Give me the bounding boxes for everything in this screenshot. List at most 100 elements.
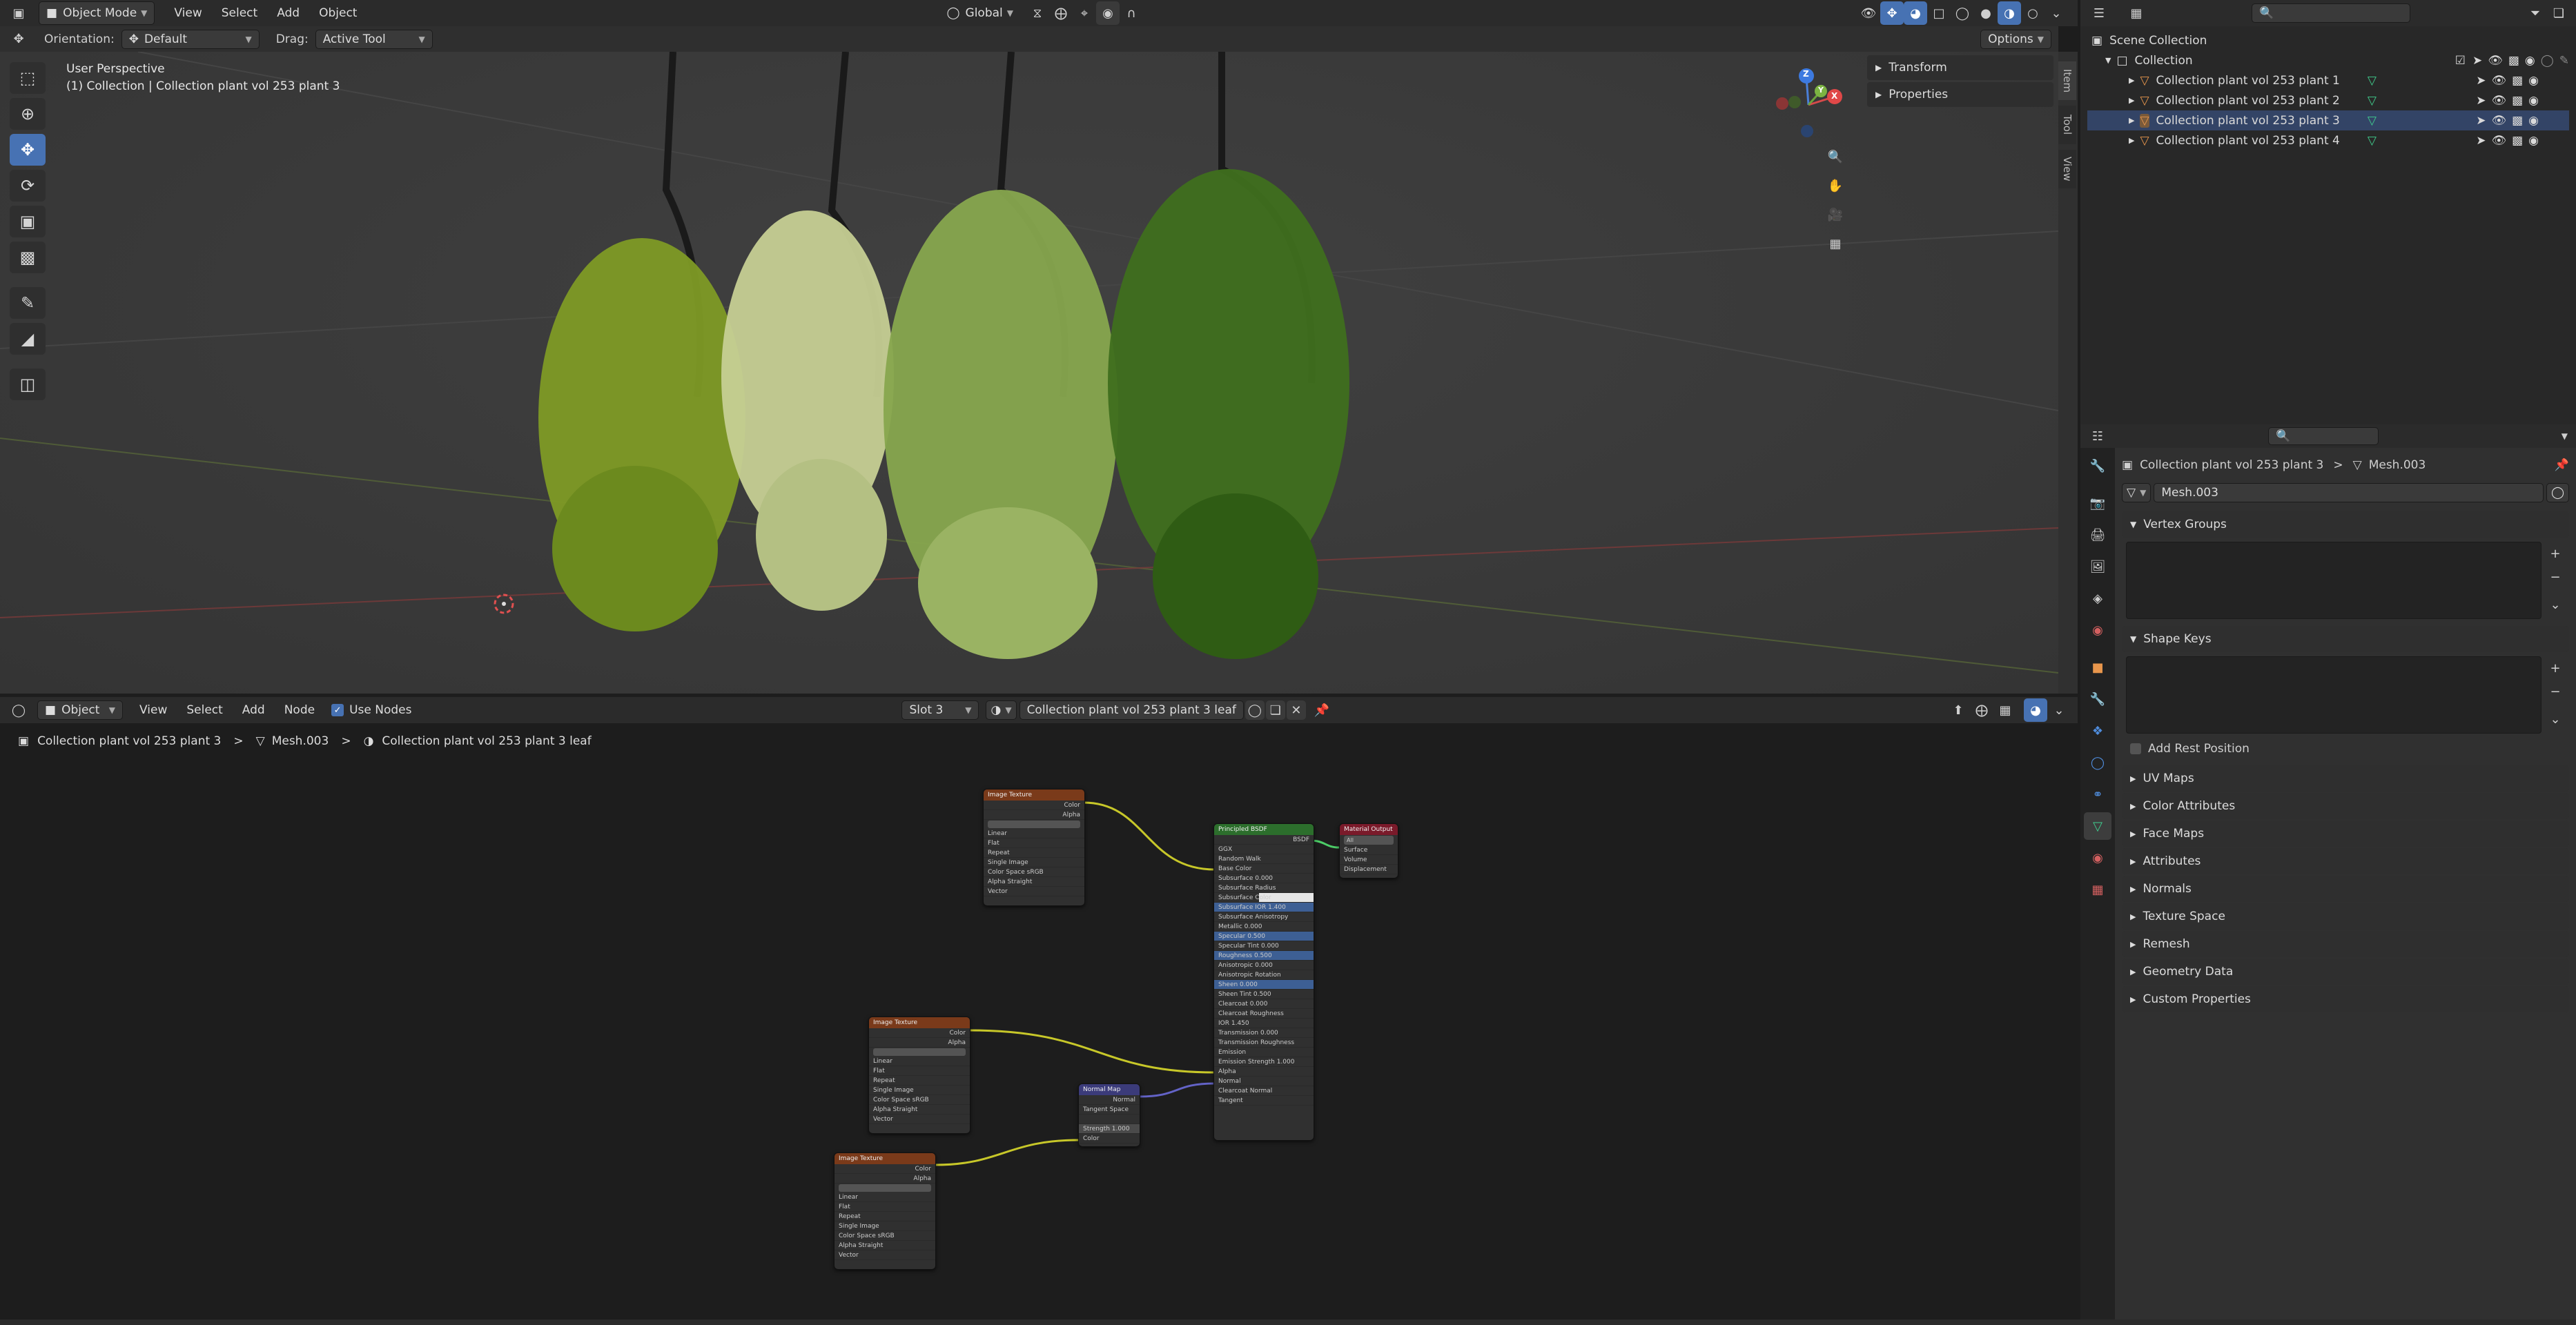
pin-icon[interactable]: 📌 <box>2555 458 2569 472</box>
holdout-icon[interactable]: ◯ <box>2541 54 2554 68</box>
outliner-row-scene[interactable]: ▣ Scene Collection <box>2087 30 2569 50</box>
outliner-search[interactable]: 🔍 <box>2252 3 2410 23</box>
eye-icon[interactable]: 👁 <box>2492 74 2507 88</box>
node-row[interactable]: Flat <box>988 840 999 847</box>
eye-icon[interactable]: 👁 <box>2488 54 2503 68</box>
node-row[interactable]: Repeat <box>839 1213 861 1220</box>
menu-add[interactable]: Add <box>233 698 275 722</box>
tool-tab-icon[interactable]: 🔧 <box>2084 452 2111 480</box>
panel-geometry-data[interactable]: ▶ Geometry Data <box>2122 959 2569 985</box>
bsdf-input-row[interactable]: Random Walk <box>1214 854 1314 864</box>
node-row[interactable]: Color Space sRGB <box>988 869 1044 876</box>
target-dropdown[interactable]: All <box>1344 836 1394 845</box>
image-selector[interactable] <box>873 1048 966 1056</box>
scale-icon[interactable]: ▣ <box>10 206 46 237</box>
strength-field[interactable]: Strength 1.000 <box>1083 1126 1130 1132</box>
transform-orientation-dropdown[interactable]: ◯ Global ▼ <box>939 1 1020 25</box>
remove-icon[interactable]: − <box>2544 680 2567 703</box>
bsdf-input-row[interactable]: Subsurface Color <box>1214 893 1314 903</box>
panel-attributes[interactable]: ▶ Attributes <box>2122 848 2569 874</box>
scene-tab-icon[interactable]: ◈ <box>2084 585 2111 612</box>
select-arrow-icon[interactable]: ➤ <box>2476 114 2486 128</box>
menu-view[interactable]: View <box>164 1 211 25</box>
grid-perspective-icon[interactable]: ▦ <box>1824 232 1847 255</box>
snap-target-icon[interactable]: ⌖ <box>1073 1 1096 25</box>
particles-tab-icon[interactable]: ❖ <box>2084 717 2111 745</box>
transform-icon[interactable]: ▩ <box>10 242 46 273</box>
menu-select[interactable]: Select <box>212 1 267 25</box>
node-row[interactable]: Alpha Straight <box>988 879 1032 885</box>
camera-icon[interactable]: 🎥 <box>1824 203 1847 226</box>
npanel-transform[interactable]: ▶ Transform <box>1867 55 2053 80</box>
editor-type-icon[interactable]: ☷ <box>2086 424 2109 448</box>
tab-view[interactable]: View <box>2058 150 2076 188</box>
npanel-properties[interactable]: ▶ Properties <box>1867 82 2053 107</box>
proportional-edit-icon[interactable]: ◉ <box>1095 1 1120 25</box>
3d-viewport[interactable]: User Perspective (1) Collection | Collec… <box>0 52 2058 694</box>
panel-custom-properties[interactable]: ▶ Custom Properties <box>2122 986 2569 1012</box>
annotate-icon[interactable]: ✎ <box>10 287 46 319</box>
node-row[interactable]: Linear <box>873 1058 892 1065</box>
monitor-icon[interactable]: ▩ <box>2512 74 2523 88</box>
vertex-groups-list[interactable] <box>2126 542 2541 619</box>
camera-icon[interactable]: ◉ <box>2528 74 2539 88</box>
bsdf-input-row[interactable]: Normal <box>1214 1077 1314 1086</box>
orientation-dropdown[interactable]: ✥ Default ▼ <box>121 29 260 49</box>
select-arrow-icon[interactable]: ➤ <box>2476 74 2486 88</box>
shading-options-icon[interactable]: ⌄ <box>2045 1 2068 25</box>
eye-icon[interactable]: 👁 <box>2492 94 2507 108</box>
constraints-tab-icon[interactable]: ⚭ <box>2084 781 2111 808</box>
properties-search[interactable]: 🔍 <box>2268 427 2379 445</box>
outliner-row-plant-4[interactable]: ▶ ▽ Collection plant vol 253 plant 4 ▽ ➤… <box>2087 130 2569 150</box>
physics-tab-icon[interactable]: ◯ <box>2084 749 2111 776</box>
node-row[interactable]: Tangent Space <box>1083 1106 1129 1113</box>
bsdf-input-row[interactable]: Specular 0.500 <box>1214 932 1314 941</box>
mode-dropdown[interactable]: ■ Object Mode ▼ <box>39 1 155 25</box>
overlay-toggle-icon[interactable]: ◕ <box>2024 698 2047 722</box>
node-row[interactable]: Alpha Straight <box>839 1242 883 1249</box>
bsdf-input-row[interactable]: Transmission 0.000 <box>1214 1028 1314 1038</box>
datablock-name-field[interactable]: Mesh.003 <box>2154 483 2544 502</box>
fake-user-shield-icon[interactable]: ◯ <box>2546 483 2569 502</box>
move-icon[interactable]: ✥ <box>10 134 46 166</box>
eye-icon[interactable]: 👁 <box>2492 114 2507 128</box>
select-box-icon[interactable]: ⬚ <box>10 62 46 94</box>
select-arrow-icon[interactable]: ➤ <box>2472 54 2482 68</box>
node-row[interactable]: Linear <box>839 1194 858 1201</box>
overlay-options-icon[interactable]: ⌄ <box>2047 698 2071 722</box>
material-browse-button[interactable]: ◑ ▼ <box>986 700 1017 720</box>
node-editor[interactable]: ▣ Collection plant vol 253 plant 3 > ▽ M… <box>0 723 2078 1322</box>
parent-node-icon[interactable]: ⬆ <box>1946 698 1970 722</box>
fake-user-icon[interactable]: ◯ <box>1245 700 1265 720</box>
shader-type-dropdown[interactable]: ■ Object ▼ <box>37 700 123 720</box>
bsdf-input-row[interactable]: Clearcoat 0.000 <box>1214 999 1314 1009</box>
select-arrow-icon[interactable]: ➤ <box>2476 134 2486 148</box>
bsdf-input-row[interactable]: Subsurface Anisotropy <box>1214 912 1314 922</box>
node-row[interactable]: Repeat <box>873 1077 895 1084</box>
outliner-row-plant-2[interactable]: ▶ ▽ Collection plant vol 253 plant 2 ▽ ➤… <box>2087 90 2569 110</box>
panel-face-maps[interactable]: ▶ Face Maps <box>2122 821 2569 847</box>
options-dropdown[interactable]: Options ▼ <box>1980 29 2051 49</box>
panel-color-attributes[interactable]: ▶ Color Attributes <box>2122 793 2569 819</box>
bsdf-input-row[interactable]: Subsurface IOR 1.400 <box>1214 903 1314 912</box>
navigation-gizmo[interactable]: Z Y X <box>1767 62 1850 145</box>
tab-item[interactable]: Item <box>2058 61 2076 100</box>
chevron-down-icon[interactable]: ⌄ <box>2544 593 2567 616</box>
snap-icon[interactable]: ⨁ <box>1970 698 1993 722</box>
bsdf-input-row[interactable]: Anisotropic Rotation <box>1214 970 1314 980</box>
eye-icon[interactable]: 👁 <box>2492 134 2507 148</box>
display-mode-icon[interactable]: ▦ <box>2125 1 2148 25</box>
menu-view[interactable]: View <box>130 698 177 722</box>
bsdf-input-row[interactable]: Base Color <box>1214 864 1314 874</box>
node-row[interactable]: Flat <box>873 1068 885 1074</box>
image-selector[interactable] <box>988 821 1080 828</box>
bsdf-input-row[interactable]: GGX <box>1214 845 1314 854</box>
menu-add[interactable]: Add <box>267 1 309 25</box>
snap-options-icon[interactable]: ▦ <box>1993 698 2017 722</box>
node-row[interactable]: Flat <box>839 1204 850 1210</box>
monitor-icon[interactable]: ▩ <box>2508 54 2519 68</box>
add-icon[interactable]: + <box>2544 542 2567 565</box>
bsdf-input-row[interactable]: Tangent <box>1214 1096 1314 1106</box>
node-row[interactable]: Alpha Straight <box>873 1106 917 1113</box>
bsdf-input-row[interactable]: Transmission Roughness <box>1214 1038 1314 1048</box>
